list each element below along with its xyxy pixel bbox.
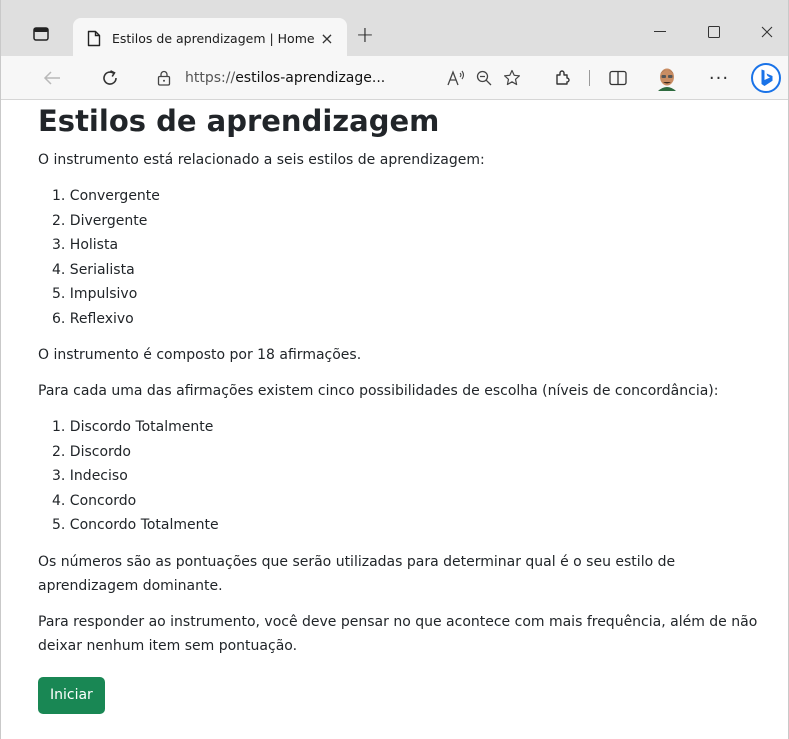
intro-paragraph: O instrumento está relacionado a seis es… [38, 152, 485, 168]
page-title: Estilos de aprendizagem [38, 104, 440, 138]
tab-bar: Estilos de aprendizagem | Home × + [1, 0, 789, 58]
list-item: 3. Indeciso [52, 468, 128, 484]
list-item: 2. Discordo [52, 443, 131, 460]
tab-title: Estilos de aprendizagem | Home [112, 30, 315, 46]
tab-close-icon[interactable]: × [317, 28, 337, 48]
profile-avatar[interactable] [654, 65, 680, 91]
styles-list: 1. Convergente 2. Divergente 3. Holista … [38, 184, 778, 331]
page-content: Estilos de aprendizagem O instrumento es… [0, 100, 789, 739]
new-tab-button[interactable]: + [353, 23, 377, 48]
scores-note-paragraph: Os números são as pontuações que serão u… [38, 553, 676, 594]
maximize-icon[interactable] [691, 18, 737, 46]
favorite-star-icon[interactable] [498, 64, 526, 92]
url-scheme: https:// [185, 69, 236, 86]
start-button[interactable]: Iniciar [38, 676, 105, 714]
list-item: 1. Discordo Totalmente [52, 419, 214, 435]
toolbar-separator [589, 70, 590, 86]
browser-toolbar: https://estilos-aprendizage... ··· [1, 56, 788, 100]
list-item: 5. Concordo Totalmente [52, 517, 219, 533]
minimize-icon[interactable] [637, 18, 683, 46]
url-host: estilos-aprendizage... [235, 69, 386, 86]
list-item: 6. Reflexivo [52, 310, 134, 327]
list-item: 1. Convergente [52, 188, 160, 204]
refresh-icon[interactable] [95, 63, 125, 93]
window-close-icon[interactable] [744, 18, 789, 46]
bing-copilot-icon[interactable] [750, 62, 782, 94]
content-container: Estilos de aprendizagem O instrumento es… [38, 100, 778, 714]
lock-icon[interactable] [157, 70, 171, 86]
choices-list: 1. Discordo Totalmente 2. Discordo 3. In… [38, 415, 778, 538]
choices-intro-paragraph: Para cada uma das afirmações existem cin… [38, 383, 719, 399]
address-bar[interactable]: https://estilos-aprendizage... [141, 61, 526, 94]
list-item: 3. Holista [52, 237, 119, 253]
back-arrow-icon[interactable] [37, 63, 67, 93]
url-text: https://estilos-aprendizage... [185, 70, 442, 86]
zoom-icon[interactable] [470, 64, 498, 92]
list-item: 4. Concordo [52, 492, 137, 509]
more-menu-icon[interactable]: ··· [704, 63, 734, 93]
list-item: 5. Impulsivo [52, 286, 138, 302]
list-item: 4. Serialista [52, 261, 135, 278]
split-screen-icon[interactable] [603, 63, 633, 93]
read-aloud-icon[interactable] [442, 64, 470, 92]
tab-actions-icon[interactable] [29, 23, 53, 45]
statement-count-paragraph: O instrumento é composto por 18 afirmaçõ… [38, 347, 362, 363]
browser-chrome: Estilos de aprendizagem | Home × + https… [0, 0, 789, 100]
page-icon [87, 30, 101, 46]
tab-estilos[interactable]: Estilos de aprendizagem | Home × [73, 18, 347, 58]
list-item: 2. Divergente [52, 212, 148, 229]
instructions-paragraph: Para responder ao instrumento, você deve… [38, 613, 758, 654]
extensions-icon[interactable] [548, 63, 578, 93]
